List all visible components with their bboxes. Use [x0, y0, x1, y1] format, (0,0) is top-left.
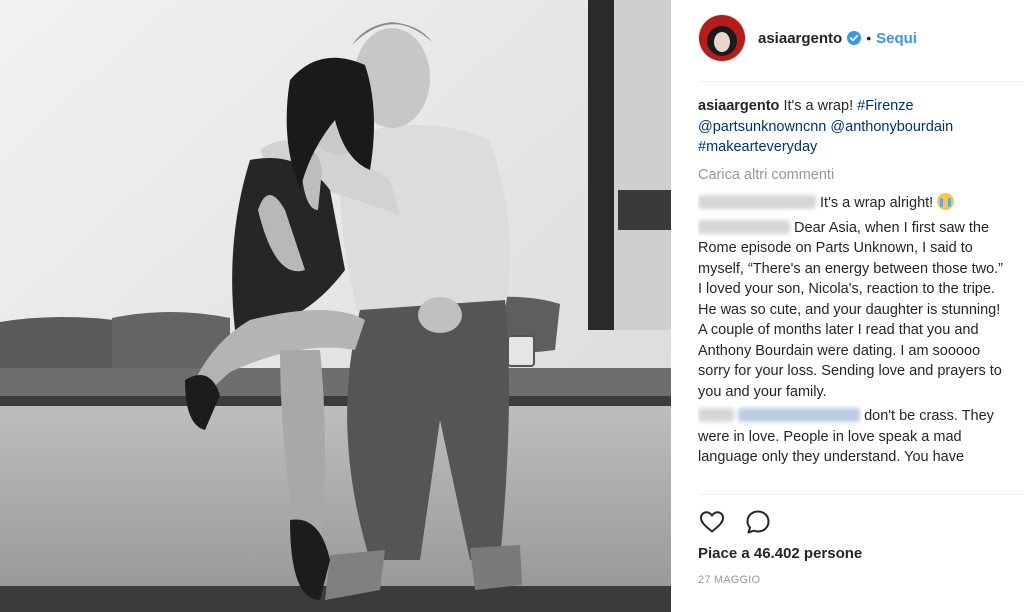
blurred-username	[698, 408, 734, 422]
follow-button[interactable]: Sequi	[876, 30, 917, 47]
comment-item: don't be crass. They were in love. Peopl…	[698, 406, 1004, 468]
actions-divider	[698, 494, 1024, 495]
comment-text: It's a wrap alright!	[820, 195, 934, 211]
post-header: asiaargento • Sequi	[698, 14, 998, 62]
post-date[interactable]: 27 MAGGIO	[698, 574, 760, 586]
comment-bubble-icon[interactable]	[744, 508, 772, 536]
action-bar	[698, 507, 790, 537]
verified-badge-icon	[847, 31, 862, 45]
blurred-username	[698, 219, 790, 234]
post-image	[0, 0, 671, 612]
avatar-image	[699, 15, 745, 61]
post-side-panel: asiaargento • Sequi asiaargento It's a w…	[671, 0, 1024, 612]
comment-text: Dear Asia, when I first saw the Rome epi…	[698, 219, 1003, 400]
comments-list[interactable]: asiaargento It's a wrap! #Firenze @parts…	[698, 96, 1004, 494]
mention-link[interactable]: @partsunknowncnn	[698, 119, 826, 135]
hashtag-link[interactable]: #Firenze	[857, 98, 913, 114]
header-separator: •	[866, 30, 872, 46]
comment-item: Dear Asia, when I first saw the Rome epi…	[698, 218, 1004, 403]
crying-face-icon	[937, 193, 955, 210]
heart-icon[interactable]	[698, 508, 726, 536]
blurred-mention	[738, 408, 861, 422]
comment-item: It's a wrap alright!	[698, 193, 1004, 214]
avatar[interactable]	[698, 14, 746, 62]
post-photo[interactable]	[0, 0, 671, 612]
header-divider	[698, 81, 1024, 82]
caption: asiaargento It's a wrap! #Firenze @parts…	[698, 96, 1004, 158]
blurred-username	[698, 195, 816, 209]
mention-link[interactable]: @anthonybourdain	[830, 119, 953, 135]
load-more-comments-button[interactable]: Carica altri commenti	[698, 165, 1004, 186]
header-username[interactable]: asiaargento	[758, 30, 842, 47]
hashtag-link[interactable]: #makearteveryday	[698, 139, 817, 155]
caption-username[interactable]: asiaargento	[698, 98, 779, 114]
likes-count[interactable]: Piace a 46.402 persone	[698, 545, 862, 562]
caption-text: It's a wrap!	[783, 98, 854, 114]
